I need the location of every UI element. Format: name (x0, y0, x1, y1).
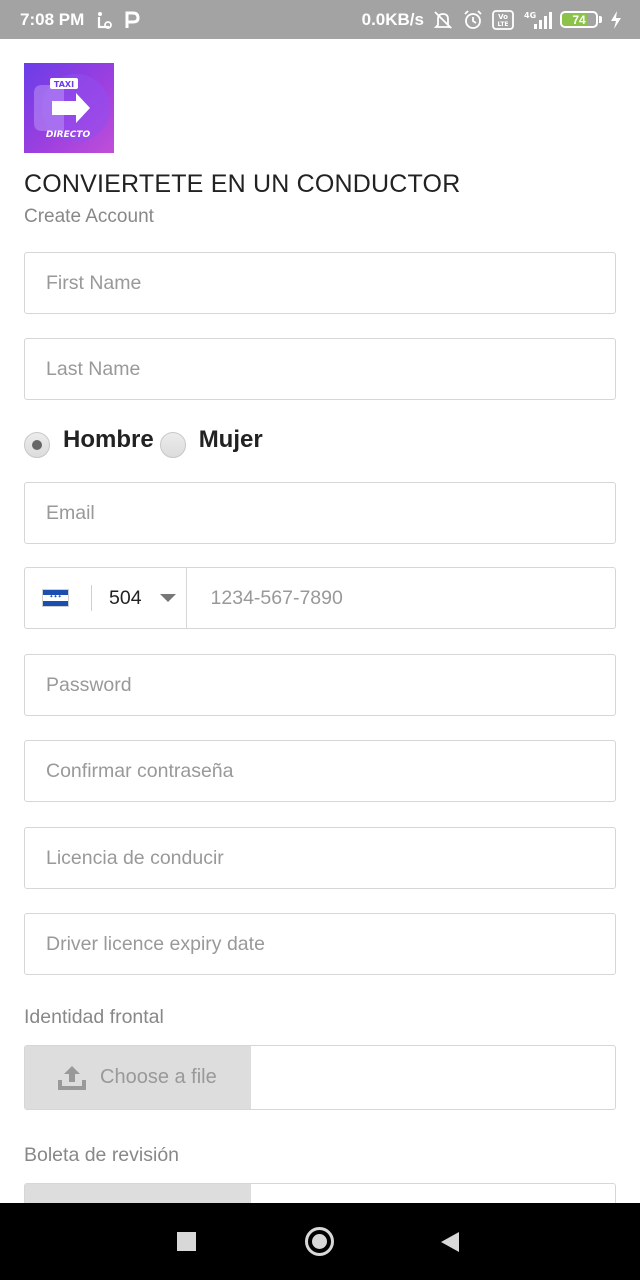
honduras-flag-icon[interactable]: ✦✦✦ (42, 589, 69, 607)
battery-icon: 74 (560, 11, 602, 28)
email-field[interactable]: Email (24, 482, 616, 544)
gender-radio-group: Hombre Mujer (24, 422, 269, 458)
license-field[interactable]: Licencia de conducir (24, 827, 616, 889)
license-placeholder: Licencia de conducir (46, 846, 224, 869)
phone-input[interactable]: 1234-567-7890 (185, 568, 615, 628)
confirm-password-field[interactable]: Confirmar contraseña (24, 740, 616, 802)
inspection-choose-file-button[interactable] (25, 1184, 251, 1203)
recents-square-icon[interactable] (177, 1232, 196, 1251)
back-triangle-icon[interactable] (441, 1232, 459, 1252)
id-front-label: Identidad frontal (24, 1006, 164, 1028)
phone-field: ✦✦✦ 504 1234-567-7890 (24, 567, 616, 629)
inspection-file-field (24, 1183, 616, 1203)
notifications-off-icon (432, 9, 454, 31)
password-placeholder: Password (46, 673, 132, 696)
parking-icon (124, 10, 140, 30)
license-expiry-field[interactable]: Driver licence expiry date (24, 913, 616, 975)
country-code[interactable]: 504 (109, 587, 142, 610)
svg-text:DIRECTO: DIRECTO (46, 130, 91, 140)
volte-icon: Vo LTE (492, 9, 514, 30)
taxi-directo-logo: TAXI DIRECTO (24, 63, 114, 153)
status-time: 7:08 PM (20, 9, 85, 29)
home-circle-icon[interactable] (305, 1227, 334, 1256)
signal-icon: 4G (522, 10, 552, 30)
charging-icon (610, 10, 622, 30)
password-field[interactable]: Password (24, 654, 616, 716)
alarm-icon (462, 9, 484, 31)
inspection-label: Boleta de revisión (24, 1144, 180, 1166)
male-radio[interactable] (24, 432, 50, 458)
first-name-placeholder: First Name (46, 271, 142, 294)
choose-file-button[interactable]: Choose a file (25, 1046, 251, 1109)
license-expiry-placeholder: Driver licence expiry date (46, 932, 265, 955)
last-name-field[interactable]: Last Name (24, 338, 616, 400)
last-name-placeholder: Last Name (46, 357, 141, 380)
signup-screen: TAXI DIRECTO CONVIERTETE EN UN CONDUCTOR… (0, 39, 640, 1203)
choose-file-label: Choose a file (100, 1066, 217, 1088)
network-speed: 0.0KB/s (361, 9, 424, 29)
svg-text:Vo: Vo (498, 13, 508, 21)
phone-placeholder: 1234-567-7890 (210, 586, 343, 609)
svg-text:TAXI: TAXI (54, 80, 74, 89)
page-subtitle: Create Account (24, 206, 154, 227)
phone-divider (91, 585, 92, 611)
female-radio[interactable] (159, 432, 186, 458)
svg-text:LTE: LTE (497, 21, 508, 28)
confirm-password-placeholder: Confirmar contraseña (46, 759, 234, 782)
status-bar: 7:08 PM 0.0KB/s Vo LTE 4G 74 (0, 0, 640, 39)
page-title: CONVIERTETE EN UN CONDUCTOR (24, 170, 461, 198)
female-radio-label[interactable]: Mujer (199, 426, 263, 454)
battery-level: 74 (572, 12, 586, 27)
id-front-file-field: Choose a file (24, 1045, 616, 1110)
accessibility-icon (94, 10, 114, 30)
navigation-bar (0, 1203, 640, 1280)
email-placeholder: Email (46, 501, 95, 524)
svg-text:4G: 4G (524, 11, 536, 20)
chevron-down-icon[interactable] (159, 594, 176, 602)
upload-icon (56, 1064, 88, 1092)
first-name-field[interactable]: First Name (24, 252, 616, 314)
male-radio-label[interactable]: Hombre (63, 426, 154, 454)
